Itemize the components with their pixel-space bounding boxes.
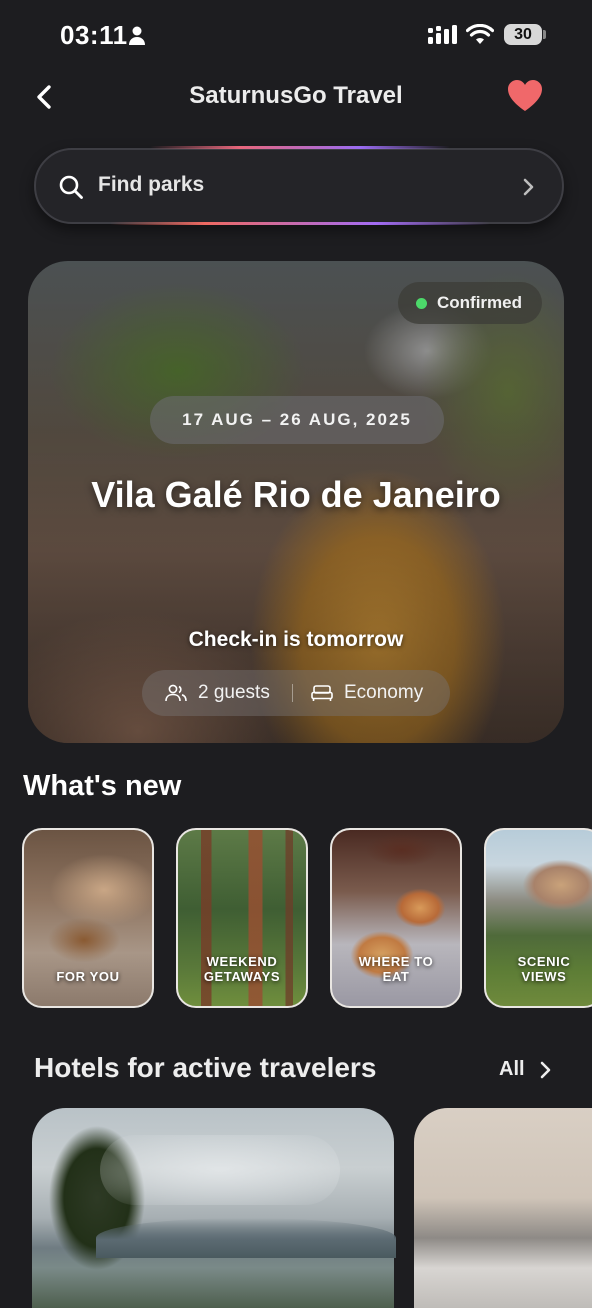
chevron-right-icon[interactable]	[536, 1059, 554, 1081]
hotel-name: Vila Galé Rio de Janeiro	[91, 474, 501, 515]
chevron-right-icon	[523, 178, 534, 196]
tile-weekend-getaways[interactable]: WEEKEND GETAWAYS	[176, 828, 308, 1008]
search-input[interactable]: Find parks	[98, 173, 204, 197]
wifi-icon	[466, 24, 494, 44]
favorite-heart-icon[interactable]	[506, 78, 544, 114]
tile-where-to-eat[interactable]: WHERE TO EAT	[330, 828, 462, 1008]
checkin-note: Check-in is tomorrow	[188, 628, 404, 651]
status-dot	[416, 298, 427, 309]
guests-icon	[165, 684, 187, 702]
hotel-card-1-photo-hills	[96, 1218, 396, 1258]
tile-label: FOR YOU	[56, 969, 120, 984]
search-glow-top	[150, 146, 450, 149]
battery-indicator: 30	[504, 24, 542, 45]
status-time: 03:11	[60, 20, 128, 50]
hotel-card-2[interactable]	[414, 1108, 592, 1308]
booking-dates: 17 AUG – 26 AUG, 2025	[182, 410, 412, 429]
see-all-link[interactable]: All	[499, 1058, 525, 1081]
tile-label: WHERE TO EAT	[358, 954, 434, 984]
tile-for-you[interactable]: FOR YOU	[22, 828, 154, 1008]
cellular-signal-icon	[428, 25, 457, 44]
page-title: SaturnusGo Travel	[189, 82, 403, 109]
bed-icon	[311, 685, 333, 701]
hotels-section-heading: Hotels for active travelers	[34, 1052, 377, 1083]
person-icon	[129, 26, 145, 45]
tile-scenic-views[interactable]: SCENIC VIEWS	[484, 828, 592, 1008]
battery-tip	[543, 30, 546, 39]
search-glow-bottom	[110, 222, 490, 225]
whats-new-heading: What's new	[23, 770, 182, 802]
search-icon	[59, 175, 83, 199]
pill-divider	[292, 684, 293, 702]
room-class: Economy	[344, 682, 424, 703]
hotel-card-1-photo-cloud	[100, 1135, 340, 1205]
tile-label: WEEKEND GETAWAYS	[203, 954, 281, 984]
tile-label: SCENIC VIEWS	[517, 954, 571, 984]
status-badge-label: Confirmed	[437, 293, 522, 312]
guests-count: 2 guests	[198, 682, 270, 703]
